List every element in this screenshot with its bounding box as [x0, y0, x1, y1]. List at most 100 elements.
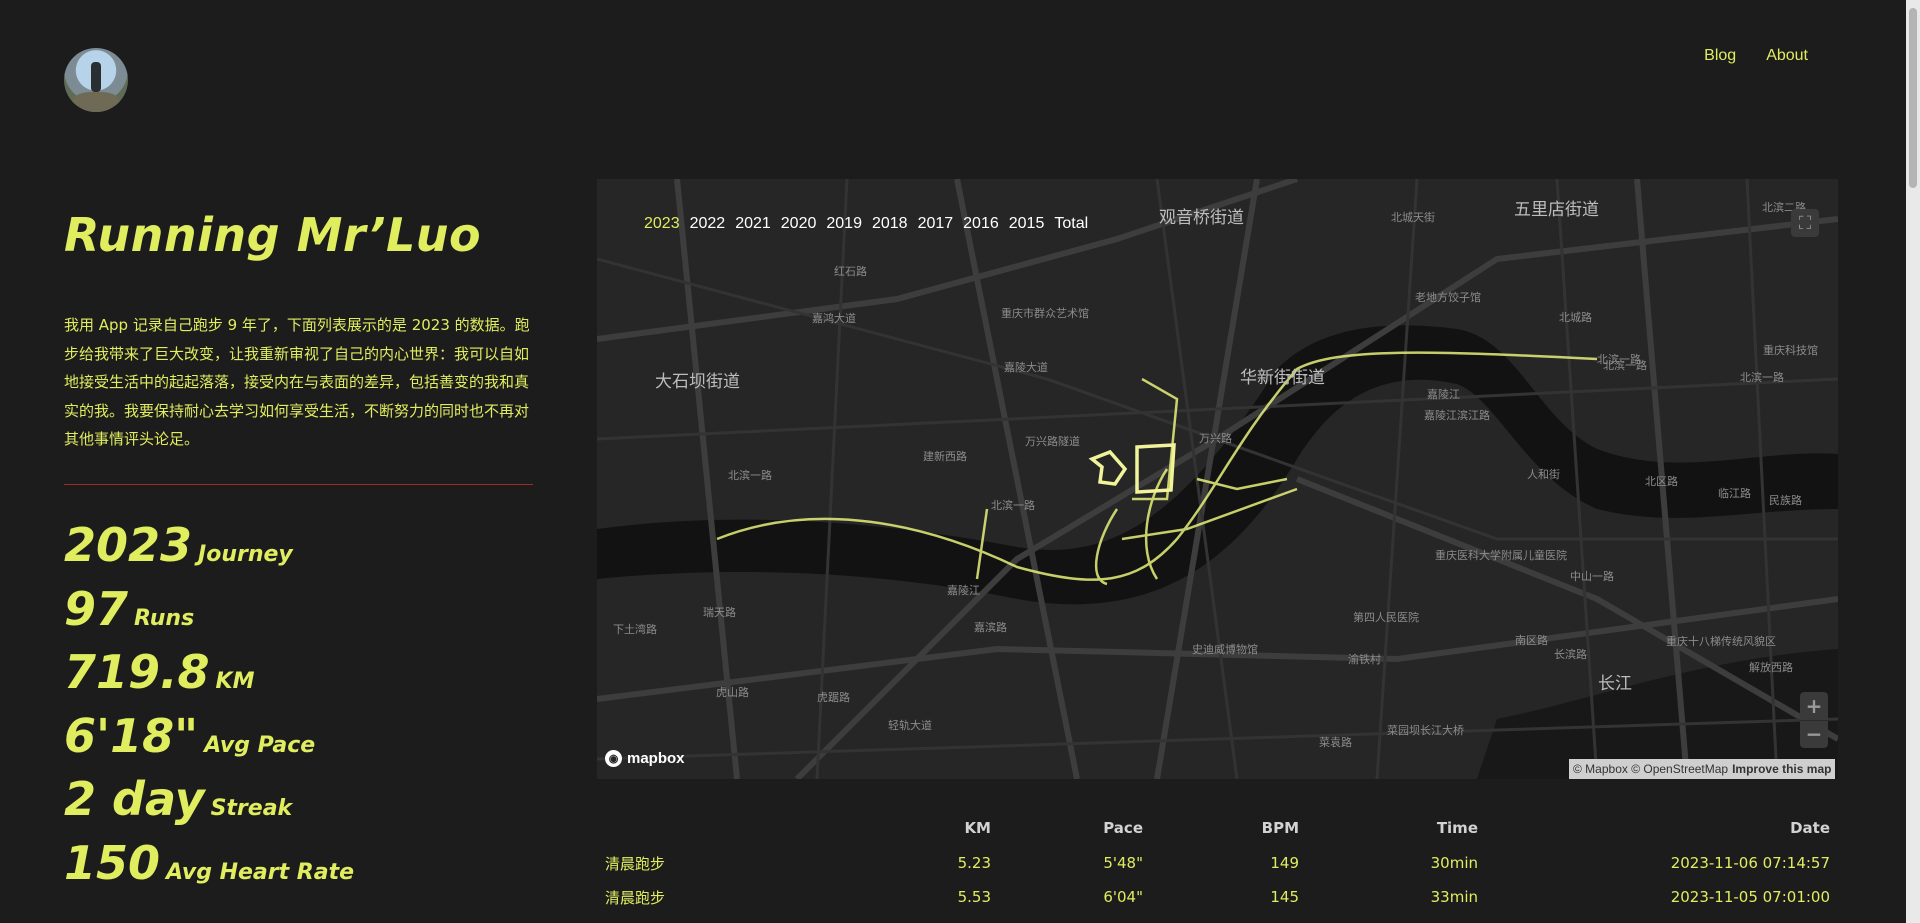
- map-label: 第四人民医院: [1353, 611, 1419, 624]
- run-time: 30min: [1430, 854, 1478, 872]
- map-label: 五里店街道: [1514, 200, 1599, 220]
- divider: [64, 484, 533, 485]
- map-label: 北滨一路: [1740, 371, 1784, 384]
- map-label: 嘉陵江: [947, 584, 980, 597]
- expand-icon[interactable]: ⛶: [1791, 209, 1819, 237]
- stat-avg-heart-rate: 150 Avg Heart Rate: [64, 836, 354, 890]
- table-row[interactable]: 清晨跑步 5.23 5'48" 149 30min 2023-11-06 07:…: [597, 846, 1838, 880]
- map-label: 老地方饺子馆: [1415, 291, 1481, 304]
- avatar[interactable]: [64, 48, 128, 112]
- col-pace[interactable]: Pace: [999, 810, 1151, 846]
- map-label: 南区路: [1515, 634, 1548, 647]
- map-label: 轻轨大道: [888, 719, 932, 732]
- col-date[interactable]: Date: [1486, 810, 1838, 846]
- map-label: 建新西路: [923, 450, 967, 463]
- stat-label: Journey: [198, 542, 293, 567]
- stat-label: Runs: [134, 606, 195, 631]
- stat-label: Streak: [210, 796, 293, 821]
- year-tab-2021[interactable]: 2021: [735, 215, 771, 233]
- stat-label: Avg Heart Rate: [166, 860, 355, 885]
- map-label: 嘉陵江: [1427, 388, 1460, 401]
- mapbox-logo-text: mapbox: [627, 750, 685, 767]
- run-name: 清晨跑步: [605, 854, 666, 873]
- map-label: 菜袁路: [1319, 736, 1352, 749]
- map-label: 北滨一路: [1597, 353, 1641, 366]
- col-km[interactable]: KM: [763, 810, 999, 846]
- map-label: 史迪威博物馆: [1192, 643, 1258, 656]
- nav-blog-link[interactable]: Blog: [1704, 47, 1736, 65]
- year-tab-2020[interactable]: 2020: [781, 215, 817, 233]
- map-label: 重庆十八梯传统风貌区: [1666, 635, 1776, 648]
- stat-value: 150: [64, 836, 161, 890]
- nav-about-link[interactable]: About: [1766, 47, 1808, 65]
- run-km: 5.23: [957, 854, 991, 872]
- map-label: 中山一路: [1570, 570, 1614, 583]
- year-tab-2015[interactable]: 2015: [1009, 215, 1045, 233]
- map-label: 虎山路: [716, 686, 749, 699]
- route-map[interactable]: 观音桥街道 五里店街道 大石坝街道 华新街街道 长江 北滨二路 北城天街 红石路…: [597, 179, 1838, 779]
- year-tab-2023[interactable]: 2023: [644, 215, 680, 233]
- table-row[interactable]: 清晨跑步 5.53 6'04" 145 33min 2023-11-05 07:…: [597, 880, 1838, 914]
- run-bpm: 149: [1270, 854, 1299, 872]
- stat-distance: 719.8 KM: [64, 645, 254, 699]
- stat-streak: 2 day Streak: [64, 772, 292, 826]
- run-pace: 6'04": [1103, 888, 1143, 906]
- map-label: 北滨一路: [728, 469, 772, 482]
- year-tab-2018[interactable]: 2018: [872, 215, 908, 233]
- map-label: 观音桥街道: [1159, 208, 1244, 228]
- intro-text: 我用 App 记录自己跑步 9 年了，下面列表展示的是 2023 的数据。跑步给…: [64, 316, 530, 448]
- run-km: 5.53: [957, 888, 991, 906]
- map-label: 下土湾路: [613, 623, 657, 636]
- run-name: 清晨跑步: [605, 888, 666, 907]
- col-time[interactable]: Time: [1307, 810, 1486, 846]
- run-time: 33min: [1430, 888, 1478, 906]
- zoom-in-button[interactable]: +: [1800, 692, 1828, 720]
- map-label: 嘉陵大道: [1004, 361, 1048, 374]
- map-label: 瑞天路: [703, 606, 736, 619]
- map-label: 民族路: [1769, 494, 1802, 507]
- stat-avg-pace: 6'18" Avg Pace: [64, 709, 315, 763]
- map-label: 虎踞路: [817, 691, 850, 704]
- zoom-out-button[interactable]: −: [1800, 719, 1828, 749]
- mapbox-logo[interactable]: ◉ mapbox: [605, 750, 685, 767]
- run-date: 2023-11-06 07:14:57: [1670, 854, 1830, 872]
- year-tab-2022[interactable]: 2022: [690, 215, 726, 233]
- map-label: 人和街: [1527, 468, 1560, 481]
- map-label: 嘉鸿大道: [812, 312, 856, 325]
- map-label: 重庆市群众艺术馆: [1001, 307, 1089, 320]
- table-header-row: KM Pace BPM Time Date: [597, 810, 1838, 846]
- stat-journey: 2023 Journey: [64, 518, 293, 572]
- run-date: 2023-11-05 07:01:00: [1670, 888, 1830, 906]
- scrollbar-thumb[interactable]: [1909, 8, 1917, 188]
- map-label: 嘉滨路: [974, 621, 1007, 634]
- map-label: 北区路: [1645, 475, 1678, 488]
- mapbox-icon: ◉: [605, 750, 622, 767]
- page-title: Running Mr’Luo: [64, 208, 482, 262]
- year-tab-2019[interactable]: 2019: [826, 215, 862, 233]
- col-bpm[interactable]: BPM: [1151, 810, 1307, 846]
- map-label: 解放西路: [1749, 661, 1793, 674]
- map-label: 北城天街: [1391, 211, 1435, 224]
- col-name: [597, 810, 763, 846]
- run-pace: 5'48": [1103, 854, 1143, 872]
- year-tab-total[interactable]: Total: [1054, 215, 1088, 233]
- runs-table: KM Pace BPM Time Date 清晨跑步 5.23 5'48" 14…: [597, 810, 1838, 914]
- stat-value: 2023: [64, 518, 193, 572]
- map-label: 渝铁村: [1348, 653, 1381, 666]
- zoom-control: + −: [1800, 692, 1828, 748]
- attribution-text[interactable]: © Mapbox © OpenStreetMap: [1573, 762, 1728, 776]
- year-tab-2017[interactable]: 2017: [918, 215, 954, 233]
- stat-label: KM: [215, 669, 255, 694]
- map-label: 重庆医科大学附属儿童医院: [1435, 549, 1567, 562]
- map-label: 嘉陵江滨江路: [1424, 409, 1490, 422]
- page-scrollbar[interactable]: [1906, 0, 1920, 923]
- year-tab-2016[interactable]: 2016: [963, 215, 999, 233]
- stat-value: 97: [64, 582, 129, 636]
- map-label: 长滨路: [1554, 648, 1587, 661]
- map-attribution: © Mapbox © OpenStreetMap Improve this ma…: [1569, 759, 1836, 779]
- run-bpm: 145: [1270, 888, 1299, 906]
- map-label: 大石坝街道: [655, 372, 740, 392]
- map-label: 华新街街道: [1240, 368, 1325, 388]
- improve-map-link[interactable]: Improve this map: [1732, 762, 1831, 776]
- stat-value: 6'18": [64, 709, 199, 763]
